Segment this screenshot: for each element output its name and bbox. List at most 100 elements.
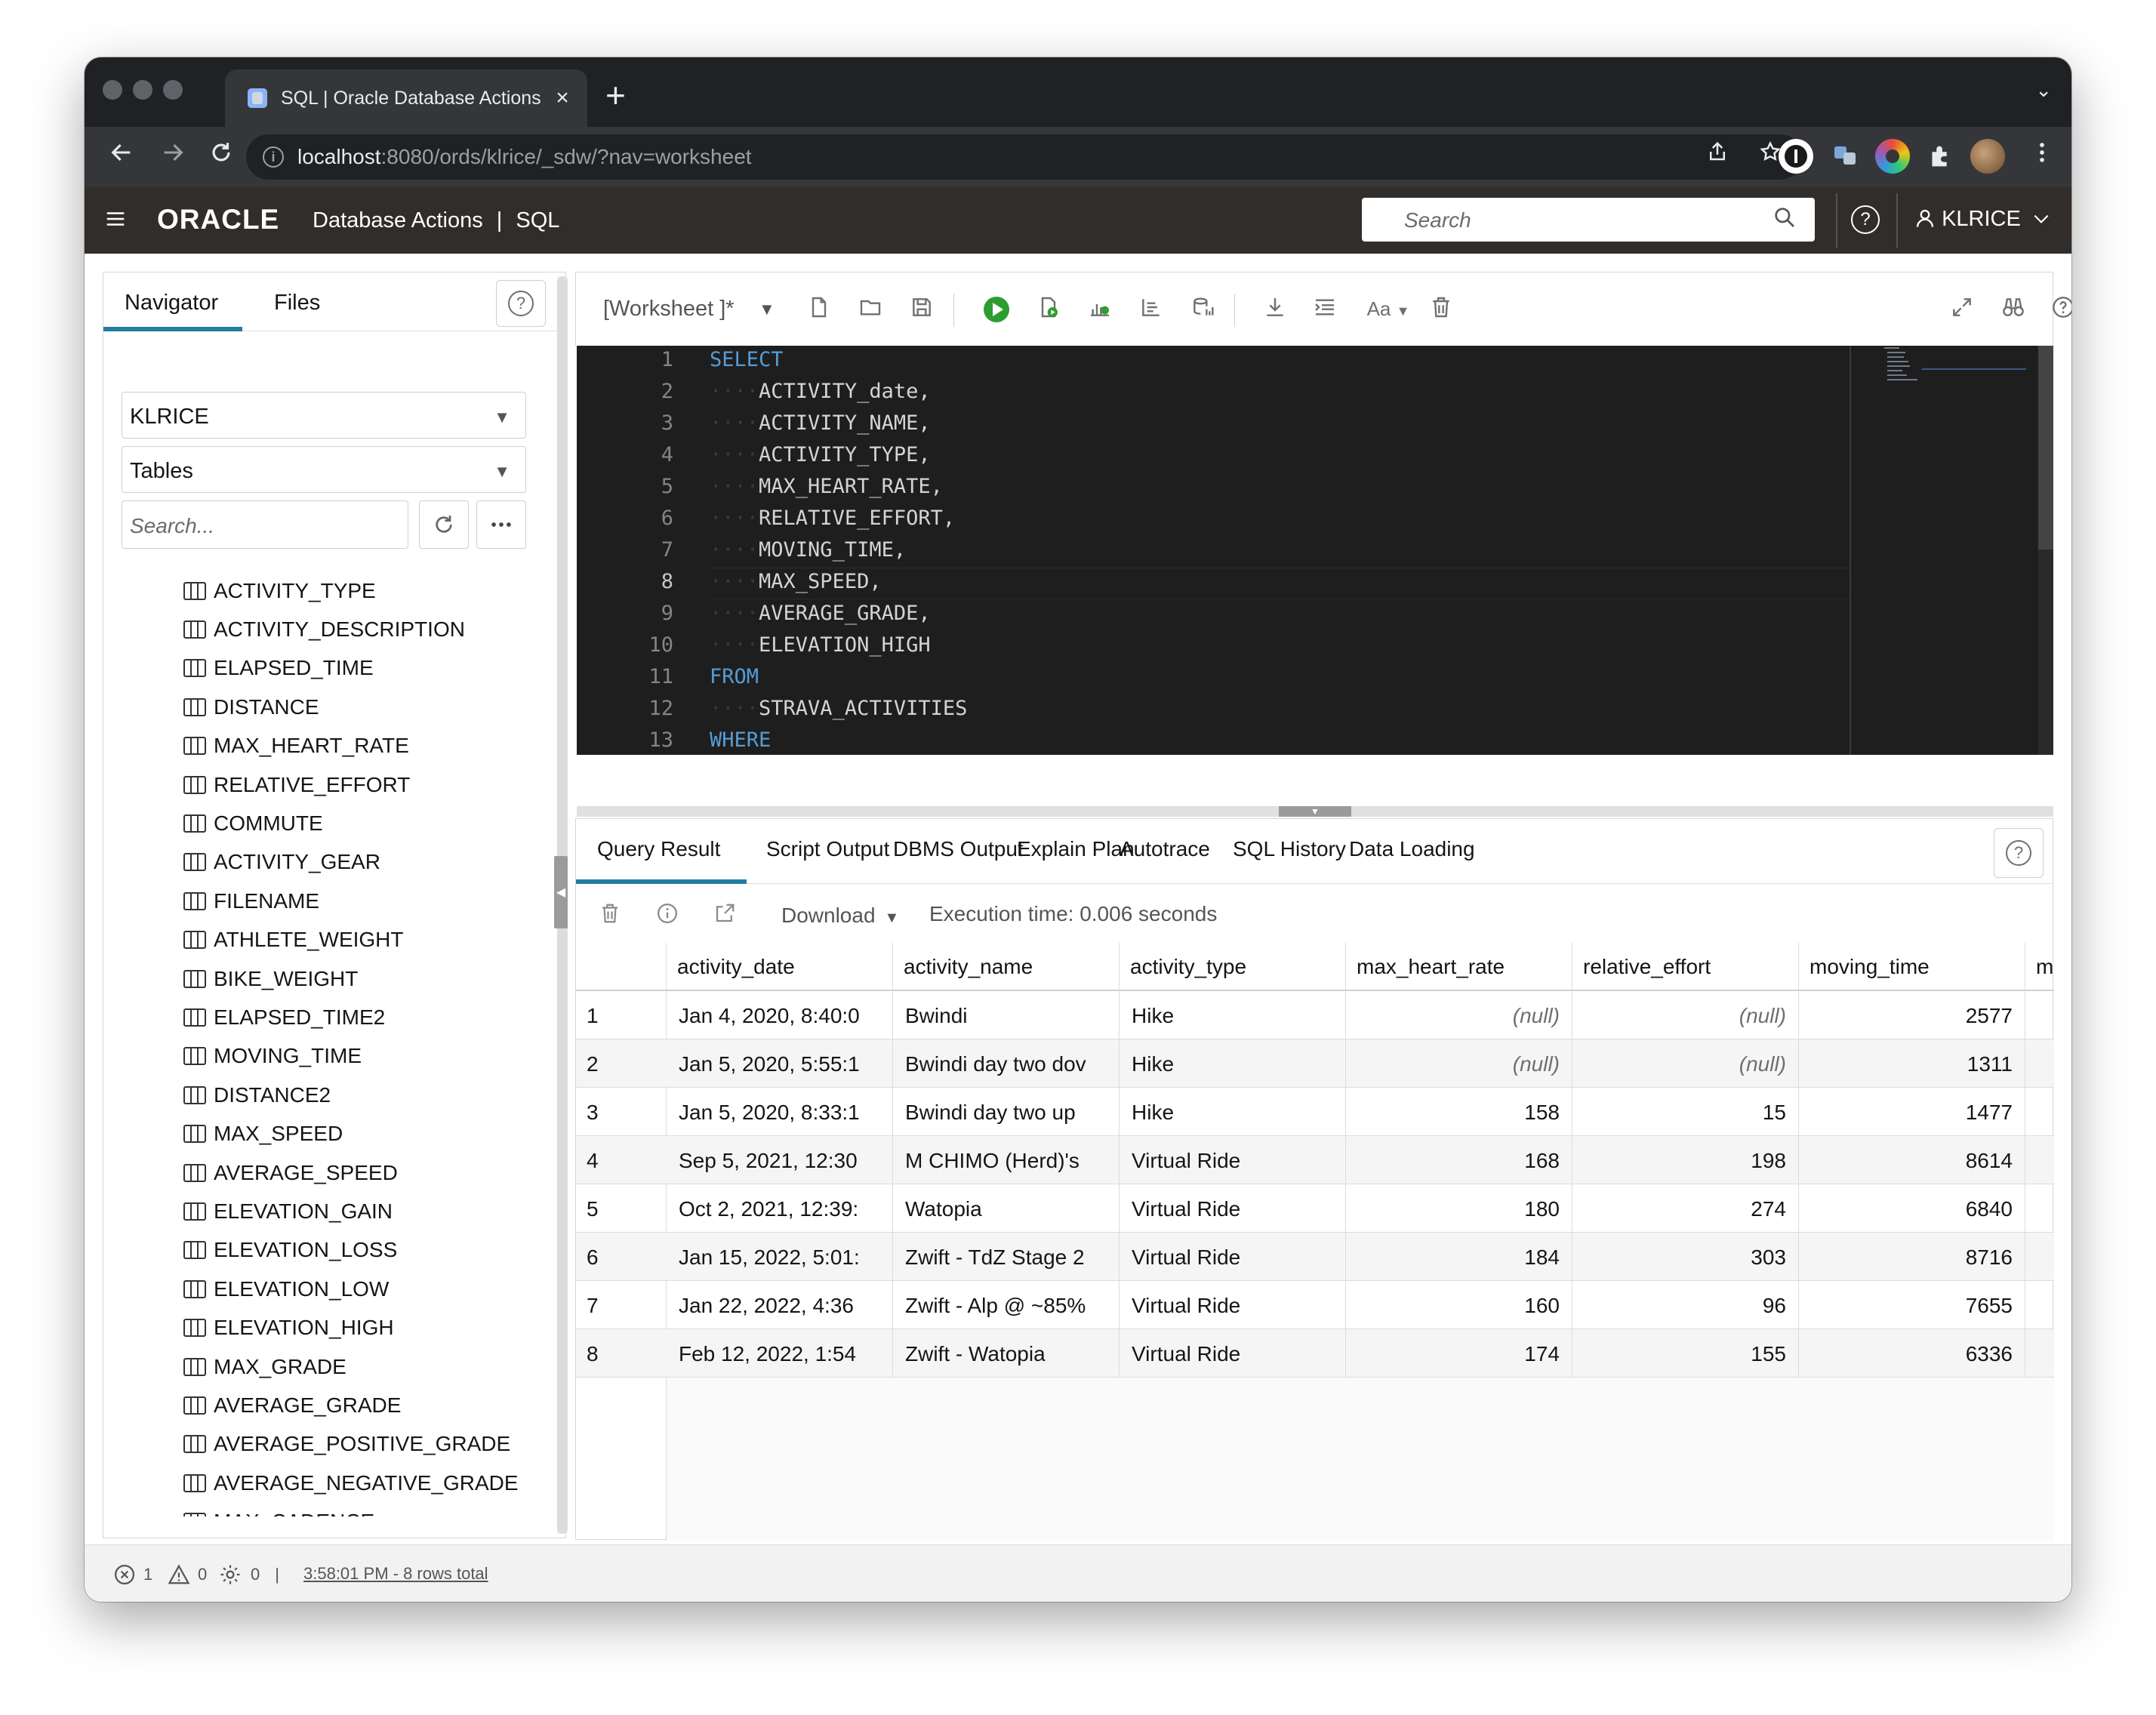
code-line[interactable]: 13 WHERE: [577, 725, 2053, 755]
table-cell[interactable]: Virtual Ride: [1120, 1281, 1346, 1329]
table-cell[interactable]: (null): [1572, 1039, 1799, 1088]
column-list-item[interactable]: MOVING_TIME: [183, 1037, 546, 1076]
back-arrow-icon[interactable]: [103, 137, 140, 175]
table-cell[interactable]: Zwift - Watopia: [893, 1329, 1120, 1378]
column-list-item[interactable]: AVERAGE_POSITIVE_GRADE: [183, 1425, 546, 1464]
table-cell-overflow[interactable]: [2025, 1329, 2054, 1378]
code-line[interactable]: 12 ····STRAVA_ACTIVITIES: [577, 693, 2053, 725]
column-list-item[interactable]: ACTIVITY_DESCRIPTION: [183, 610, 546, 648]
column-list-item[interactable]: ELAPSED_TIME: [183, 649, 546, 688]
column-header[interactable]: m: [2025, 943, 2054, 991]
table-cell[interactable]: Bwindi day two dov: [893, 1039, 1120, 1088]
table-cell[interactable]: 8716: [1799, 1233, 2025, 1281]
code-line[interactable]: 5 ····MAX_HEART_RATE,: [577, 471, 2053, 503]
column-list-item[interactable]: ELEVATION_GAIN: [183, 1192, 546, 1230]
column-list-item[interactable]: ELEVATION_LOW: [183, 1270, 546, 1308]
table-cell-overflow[interactable]: [2025, 1088, 2054, 1136]
warnings-indicator[interactable]: 0: [168, 1563, 207, 1586]
run-script-icon[interactable]: [1035, 295, 1062, 322]
global-search-input[interactable]: Search: [1362, 198, 1815, 242]
table-cell[interactable]: M CHIMO (Herd)'s: [893, 1136, 1120, 1184]
browser-menu-icon[interactable]: [2023, 137, 2061, 175]
code-line[interactable]: 11 FROM: [577, 661, 2053, 693]
tab-files[interactable]: Files: [274, 291, 320, 316]
table-cell[interactable]: 8614: [1799, 1136, 2025, 1184]
open-in-new-window-icon[interactable]: [712, 902, 738, 928]
column-list-item[interactable]: MAX_CADENCE: [183, 1502, 546, 1516]
code-line[interactable]: 4 ····ACTIVITY_TYPE,: [577, 439, 2053, 471]
table-cell-overflow[interactable]: [2025, 1039, 2054, 1088]
editor-results-splitter[interactable]: ▼: [577, 806, 2053, 817]
binoculars-find-icon[interactable]: [2000, 295, 2027, 322]
table-cell[interactable]: Jan 5, 2020, 8:33:1: [667, 1088, 893, 1136]
close-tab-icon[interactable]: ×: [551, 85, 574, 111]
table-cell[interactable]: Watopia: [893, 1184, 1120, 1233]
table-cell-overflow[interactable]: [2025, 1233, 2054, 1281]
table-cell[interactable]: Hike: [1120, 991, 1346, 1039]
status-summary-link[interactable]: 3:58:01 PM - 8 rows total: [303, 1564, 488, 1584]
table-cell[interactable]: Virtual Ride: [1120, 1136, 1346, 1184]
table-cell[interactable]: (null): [1572, 991, 1799, 1039]
password-manager-extension-icon[interactable]: [1779, 139, 1813, 174]
table-cell-overflow[interactable]: [2025, 1281, 2054, 1329]
site-info-icon[interactable]: i: [263, 146, 284, 168]
more-actions-button[interactable]: [476, 500, 526, 549]
column-list-item[interactable]: AVERAGE_SPEED: [183, 1153, 546, 1192]
browser-tab[interactable]: SQL | Oracle Database Actions ×: [225, 69, 587, 127]
table-cell[interactable]: Jan 4, 2020, 8:40:0: [667, 991, 893, 1039]
tab-data-loading[interactable]: Data Loading: [1349, 837, 1475, 861]
table-cell[interactable]: 184: [1346, 1233, 1572, 1281]
worksheet-name[interactable]: [Worksheet ]*: [603, 297, 735, 322]
help-icon[interactable]: ?: [1851, 205, 1880, 234]
window-zoom-button[interactable]: [163, 80, 183, 100]
table-cell[interactable]: 1311: [1799, 1039, 2025, 1088]
sql-editor[interactable]: 1 SELECT 2 ····ACTIVITY_date, 3 ····ACTIVITY_…: [577, 346, 2053, 755]
table-cell[interactable]: 1477: [1799, 1088, 2025, 1136]
table-row[interactable]: 3 Jan 5, 2020, 8:33:1 Bwindi day two up Hik…: [576, 1088, 2054, 1136]
table-cell[interactable]: 198: [1572, 1136, 1799, 1184]
column-list-item[interactable]: DISTANCE: [183, 688, 546, 726]
column-list-item[interactable]: ACTIVITY_TYPE: [183, 571, 546, 610]
table-cell[interactable]: Virtual Ride: [1120, 1233, 1346, 1281]
table-row[interactable]: 8 Feb 12, 2022, 1:54 Zwift - Watopia Virtua…: [576, 1329, 2054, 1378]
code-line[interactable]: 10 ····ELEVATION_HIGH: [577, 630, 2053, 661]
tab-script-output[interactable]: Script Output: [766, 837, 889, 861]
table-cell[interactable]: Jan 15, 2022, 5:01:: [667, 1233, 893, 1281]
table-cell[interactable]: Sep 5, 2021, 12:30: [667, 1136, 893, 1184]
column-header[interactable]: relative_effort: [1572, 943, 1799, 991]
new-worksheet-icon[interactable]: [805, 295, 833, 322]
column-list-item[interactable]: RELATIVE_EFFORT: [183, 765, 546, 804]
table-cell[interactable]: 160: [1346, 1281, 1572, 1329]
column-list-item[interactable]: AVERAGE_GRADE: [183, 1386, 546, 1424]
column-list-item[interactable]: BIKE_WEIGHT: [183, 959, 546, 998]
tab-navigator[interactable]: Navigator: [125, 291, 218, 316]
worksheet-help-icon[interactable]: [2050, 295, 2071, 322]
table-cell[interactable]: 6840: [1799, 1184, 2025, 1233]
info-icon[interactable]: [654, 902, 680, 928]
table-cell[interactable]: 7655: [1799, 1281, 2025, 1329]
refresh-button[interactable]: [419, 500, 469, 549]
table-row[interactable]: 4 Sep 5, 2021, 12:30 M CHIMO (Herd)'s Virtu…: [576, 1136, 2054, 1184]
table-row[interactable]: 2 Jan 5, 2020, 5:55:1 Bwindi day two dov Hi…: [576, 1039, 2054, 1088]
code-line[interactable]: 3 ····ACTIVITY_NAME,: [577, 408, 2053, 439]
tasks-indicator[interactable]: 0 |: [219, 1563, 279, 1586]
tab-explain-plan[interactable]: Explain Plan: [1017, 837, 1135, 861]
navigator-help-button[interactable]: ?: [496, 280, 546, 327]
table-cell[interactable]: Jan 5, 2020, 5:55:1: [667, 1039, 893, 1088]
forward-arrow-icon[interactable]: [154, 137, 192, 175]
reload-icon[interactable]: [202, 137, 240, 175]
navigator-search-input[interactable]: Search...: [122, 500, 408, 549]
errors-indicator[interactable]: 1: [113, 1563, 152, 1586]
column-header[interactable]: activity_date: [667, 943, 893, 991]
table-row[interactable]: 1 Jan 4, 2020, 8:40:0 Bwindi Hike (null) (nul…: [576, 991, 2054, 1039]
column-list-item[interactable]: ELAPSED_TIME2: [183, 998, 546, 1036]
tab-autotrace[interactable]: Autotrace: [1120, 837, 1210, 861]
column-list-item[interactable]: COMMUTE: [183, 804, 546, 842]
extensions-puzzle-icon[interactable]: [1923, 139, 1958, 174]
table-cell[interactable]: 274: [1572, 1184, 1799, 1233]
column-list-item[interactable]: DISTANCE2: [183, 1076, 546, 1114]
table-cell[interactable]: (null): [1346, 1039, 1572, 1088]
object-type-select[interactable]: Tables ▼: [122, 446, 526, 493]
table-cell[interactable]: Oct 2, 2021, 12:39:: [667, 1184, 893, 1233]
column-list-item[interactable]: MAX_GRADE: [183, 1347, 546, 1386]
